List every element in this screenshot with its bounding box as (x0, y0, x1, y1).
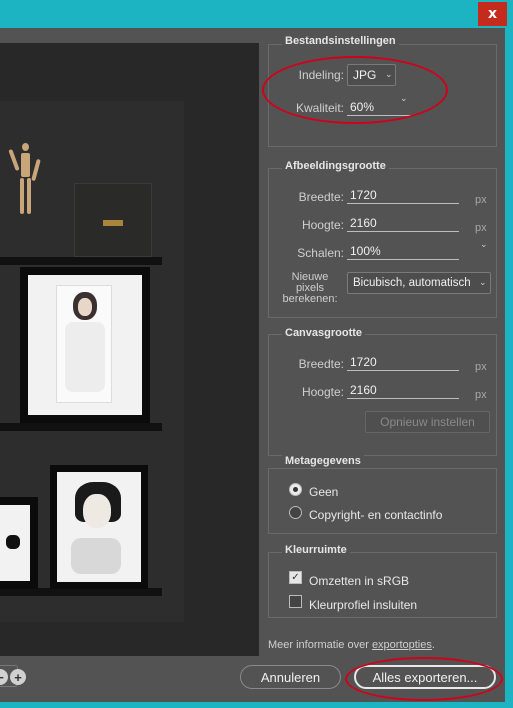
export-info-text: Meer informatie over exportopties. (268, 639, 435, 651)
book (74, 183, 152, 257)
preview-canvas[interactable] (0, 43, 259, 656)
canvas-width-label: Breedte: (298, 357, 344, 371)
picture-frame (20, 267, 150, 423)
annotation-ellipse (345, 657, 503, 701)
canvas-size-title: Canvasgrootte (282, 327, 366, 339)
image-height-value: 2160 (350, 216, 377, 230)
close-icon: x (487, 6, 498, 22)
color-space-title: Kleurruimte (282, 544, 350, 556)
scale-field[interactable]: 100% (347, 244, 459, 260)
resample-label: Nieuwe pixels berekenen: (282, 272, 338, 305)
annotation-ellipse (262, 56, 448, 124)
metadata-copyright-label: Copyright- en contactinfo (309, 508, 443, 522)
image-size-title: Afbeeldingsgrootte (282, 160, 389, 172)
unit-px: px (475, 222, 487, 234)
canvas-height-label: Hoogte: (301, 385, 344, 399)
cancel-button[interactable]: Annuleren (240, 665, 341, 689)
shelf (0, 423, 162, 431)
picture-face (78, 298, 92, 316)
figure-leg (27, 178, 31, 214)
picture-body (71, 538, 121, 574)
export-dialog: − + Bestandsinstellingen Indeling: JPG ⌄… (0, 28, 505, 702)
picture-detail (6, 535, 20, 549)
resample-select[interactable]: Bicubisch, automatisch ⌄ (347, 272, 491, 294)
canvas-height-field[interactable]: 2160 (347, 383, 459, 399)
picture-frame (50, 465, 148, 589)
figure-arm (31, 158, 41, 182)
metadata-none-label: Geen (309, 485, 339, 499)
image-height-field[interactable]: 2160 (347, 216, 459, 232)
export-options-link[interactable]: exportopties (372, 639, 432, 651)
embed-profile-label: Kleurprofiel insluiten (309, 598, 418, 612)
reset-button[interactable]: Opnieuw instellen (365, 411, 490, 433)
shelf (0, 257, 162, 265)
convert-srgb-label: Omzetten in sRGB (309, 574, 410, 588)
metadata-title: Metagegevens (282, 455, 364, 467)
figure-body (21, 153, 30, 177)
preview-image (0, 101, 184, 622)
height-label: Hoogte: (301, 218, 344, 232)
shelf (0, 588, 162, 596)
canvas-height-value: 2160 (350, 383, 377, 397)
metadata-copyright-radio[interactable] (289, 506, 302, 519)
canvas-width-field[interactable]: 1720 (347, 355, 459, 371)
title-bar: x (0, 0, 513, 28)
unit-px: px (475, 389, 487, 401)
image-width-field[interactable]: 1720 (347, 188, 459, 204)
scale-value: 100% (350, 244, 381, 258)
chevron-down-icon: ⌄ (479, 278, 487, 288)
figure-arm (8, 148, 20, 172)
picture-body (65, 322, 105, 392)
info-suffix: . (431, 639, 435, 651)
chevron-down-icon[interactable]: ⌄ (480, 240, 488, 250)
scale-label: Schalen: (297, 246, 344, 260)
unit-px: px (475, 361, 487, 373)
unit-px: px (475, 194, 487, 206)
figure-head (22, 143, 29, 151)
close-button[interactable]: x (478, 2, 507, 26)
figure-leg (20, 178, 24, 214)
metadata-panel (268, 468, 497, 534)
convert-srgb-checkbox[interactable]: ✓ (289, 571, 302, 584)
cancel-label: Annuleren (260, 669, 321, 685)
picture (56, 285, 112, 403)
picture-mat (57, 472, 141, 582)
image-width-value: 1720 (350, 188, 377, 202)
book-logo (103, 220, 123, 226)
resample-value: Bicubisch, automatisch (353, 277, 471, 289)
file-settings-title: Bestandsinstellingen (282, 35, 399, 47)
picture-mat (0, 505, 30, 581)
zoom-in-icon[interactable]: + (10, 669, 26, 685)
width-label: Breedte: (298, 190, 344, 204)
info-prefix: Meer informatie over (268, 639, 372, 651)
picture-frame (0, 497, 38, 589)
metadata-none-radio[interactable] (289, 483, 302, 496)
embed-profile-checkbox[interactable] (289, 595, 302, 608)
canvas-width-value: 1720 (350, 355, 377, 369)
picture-mat (28, 275, 142, 415)
picture-face (83, 494, 111, 528)
resample-label-line: berekenen: (282, 293, 338, 305)
